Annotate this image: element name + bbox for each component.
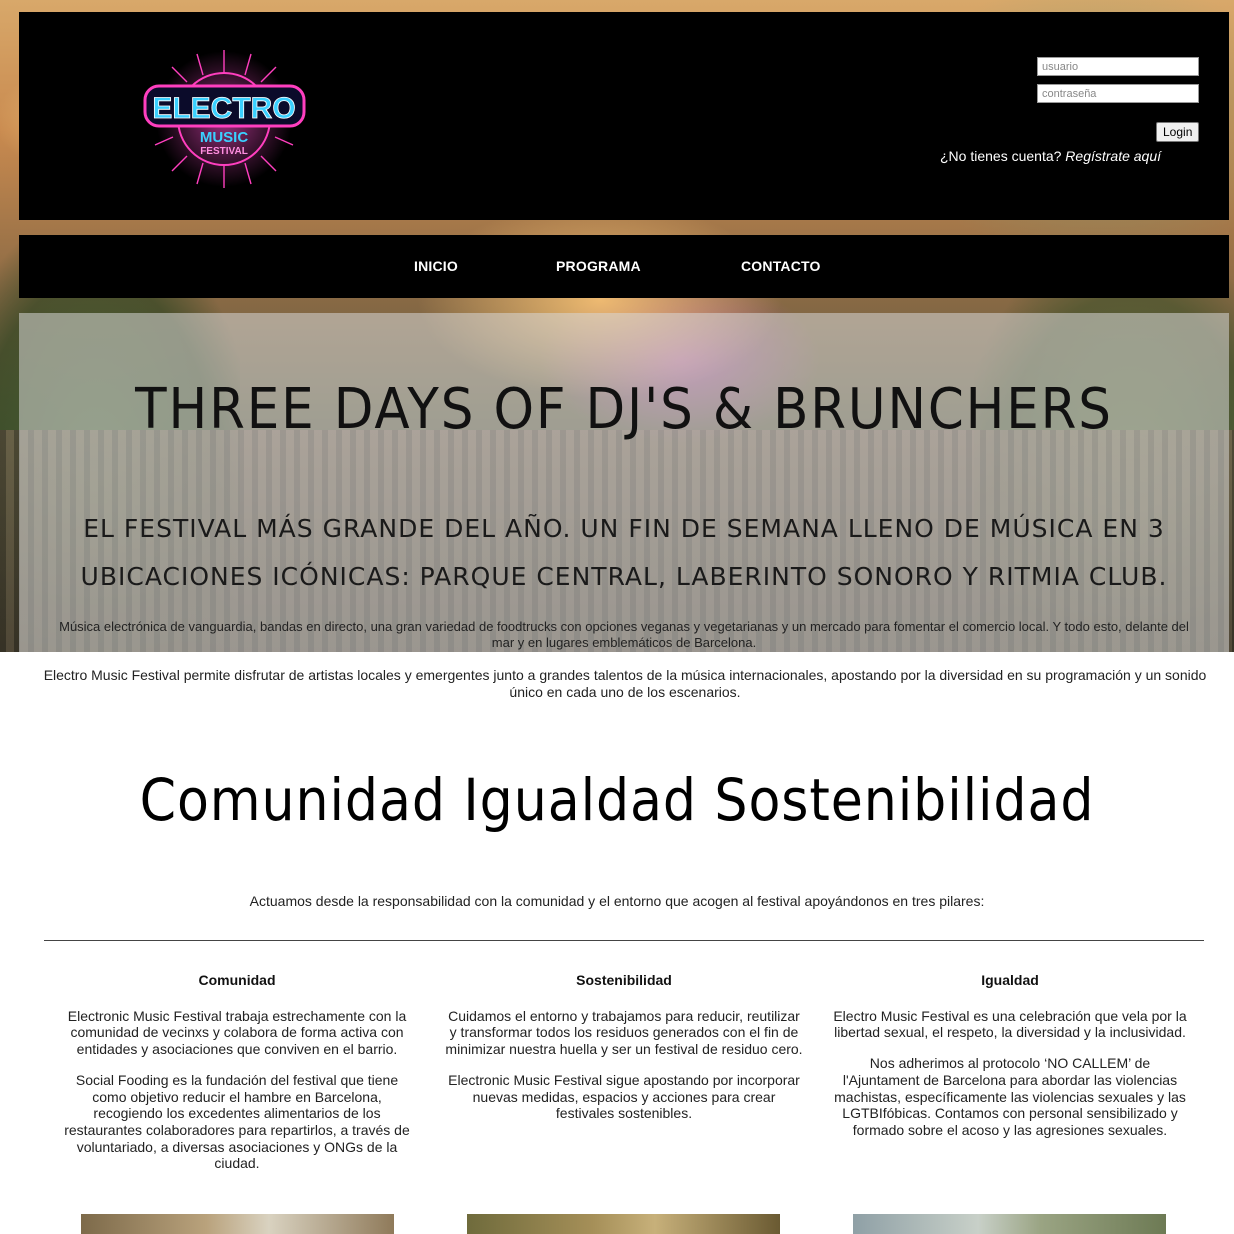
pillar-heading: Comunidad (198, 972, 276, 988)
pillar-paragraph: Nos adherimos al protocolo ‘NO CALLEM’ d… (834, 1055, 1186, 1138)
logo-sub-text-1: MUSIC (200, 129, 249, 146)
intro-text: Electro Music Festival permite disfrutar… (43, 667, 1207, 700)
login-button[interactable]: Login (1156, 122, 1200, 142)
pillar-heading: Sostenibilidad (576, 972, 672, 988)
pillar-paragraph: Cuidamos el entorno y trabajamos para re… (445, 1007, 803, 1058)
logo-main-text: ELECTRO (152, 92, 295, 125)
main-nav: INICIO PROGRAMA CONTACTO (19, 235, 1229, 298)
hero-description: Música electrónica de vanguardia, bandas… (59, 619, 1189, 650)
nav-item-inicio[interactable]: INICIO (414, 258, 458, 274)
nav-item-programa[interactable]: PROGRAMA (556, 258, 641, 274)
hero-subtitle: EL FESTIVAL MÁS GRANDE DEL AÑO. UN FIN D… (80, 514, 1168, 591)
nav-item-contacto[interactable]: CONTACTO (741, 258, 821, 274)
hero-title: THREE DAYS OF DJ'S & BRUNCHERS (135, 377, 1113, 442)
pillar-photo-igualdad (853, 1214, 1166, 1234)
hero-overlay: THREE DAYS OF DJ'S & BRUNCHERS EL FESTIV… (19, 313, 1229, 652)
register-link[interactable]: Regístrate aquí (1065, 148, 1161, 164)
register-prompt: ¿No tienes cuenta? Regístrate aquí (940, 148, 1161, 164)
pillar-paragraph: Electronic Music Festival sigue apostand… (448, 1071, 800, 1122)
pillar-paragraph: Electronic Music Festival trabaja estrec… (67, 1007, 407, 1058)
register-prompt-text: ¿No tienes cuenta? (940, 148, 1062, 164)
username-input[interactable] (1037, 57, 1199, 76)
pillar-column-comunidad: Comunidad Electronic Music Festival trab… (57, 972, 417, 1186)
pillar-photo-sostenibilidad (467, 1214, 780, 1234)
divider (44, 940, 1204, 941)
logo-sub-text-2: FESTIVAL (200, 146, 248, 157)
pillars-lead: Actuamos desde la responsabilidad con la… (249, 893, 985, 909)
pillar-column-igualdad: Igualdad Electro Music Festival es una c… (830, 972, 1190, 1153)
pillar-paragraph: Social Fooding es la fundación del festi… (64, 1071, 410, 1172)
pillar-paragraph: Electro Music Festival es una celebració… (833, 1007, 1187, 1041)
password-input[interactable] (1037, 84, 1199, 103)
pillars-title: Comunidad Igualdad Sostenibilidad (139, 766, 1095, 834)
pillar-photo-comunidad (81, 1214, 394, 1234)
pillar-heading: Igualdad (981, 972, 1039, 988)
pillar-column-sostenibilidad: Sostenibilidad Cuidamos el entorno y tra… (444, 972, 804, 1136)
site-header: ELECTRO MUSIC FESTIVAL Login ¿No tienes … (19, 12, 1229, 220)
festival-logo[interactable]: ELECTRO MUSIC FESTIVAL (137, 48, 312, 190)
login-form (1037, 57, 1201, 111)
